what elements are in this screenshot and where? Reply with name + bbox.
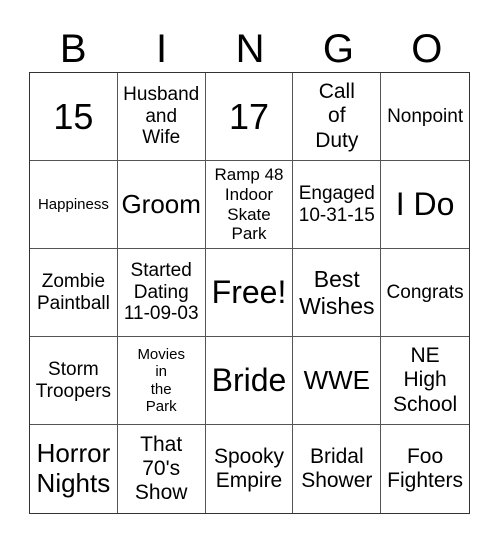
bingo-cell[interactable]: Foo Fighters [381,425,469,513]
header-letter-g: G [322,27,354,71]
bingo-cell[interactable]: 15 [30,73,118,161]
bingo-cell[interactable]: I Do [381,161,469,249]
bingo-card-grid: 15 Husband and Wife 17 Call of Duty Nonp… [29,72,470,514]
header-letter-o: O [411,27,443,71]
bingo-cell[interactable]: NE High School [381,337,469,425]
bingo-cell[interactable]: Bridal Shower [293,425,382,513]
bingo-cell[interactable]: Husband and Wife [117,73,206,161]
bingo-cell[interactable]: Congrats [381,249,469,337]
bingo-cell[interactable]: Storm Troopers [30,337,118,425]
bingo-cell[interactable]: WWE [293,337,382,425]
bingo-cell[interactable]: Started Dating 11-09-03 [117,249,206,337]
header-letter-n: N [235,27,265,71]
bingo-cell[interactable]: Spooky Empire [206,425,294,513]
bingo-cell[interactable]: Movies in the Park [117,337,206,425]
header-letter-i: I [156,27,168,71]
bingo-cell[interactable]: Best Wishes [293,249,382,337]
bingo-header: B I N G O [29,26,471,72]
bingo-cell[interactable]: Call of Duty [293,73,382,161]
bingo-cell[interactable]: 17 [205,73,294,161]
bingo-cell[interactable]: That 70's Show [118,425,206,513]
header-letter-b: B [59,27,87,71]
bingo-cell[interactable]: Engaged 10-31-15 [293,161,382,249]
bingo-cell[interactable]: Groom [117,161,206,249]
bingo-cell-free[interactable]: Free! [205,249,294,337]
bingo-cell[interactable]: Bride [205,337,294,425]
bingo-cell[interactable]: Ramp 48 Indoor Skate Park [205,161,294,249]
bingo-cell[interactable]: Horror Nights [30,425,118,513]
bingo-cell[interactable]: Happiness [30,161,118,249]
bingo-cell[interactable]: Zombie Paintball [30,249,118,337]
bingo-cell[interactable]: Nonpoint [381,73,469,161]
